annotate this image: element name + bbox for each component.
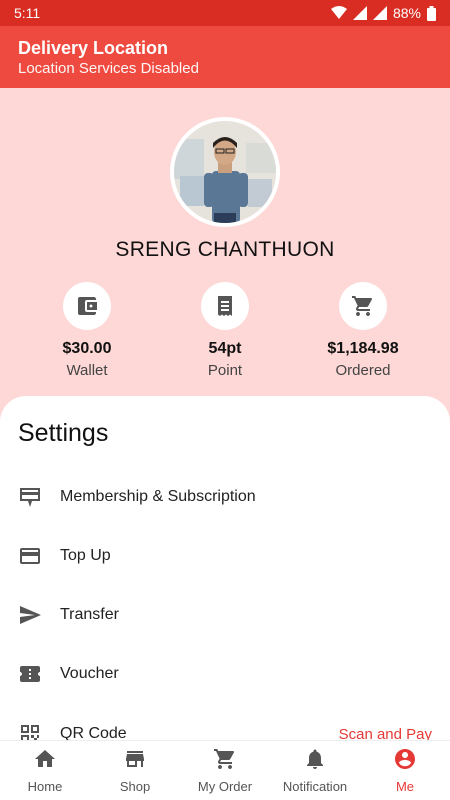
settings-title: Settings	[18, 419, 109, 447]
nav-me[interactable]: Me	[360, 741, 450, 800]
ticket-icon	[18, 662, 42, 686]
status-bar: 5:11 88%	[0, 0, 450, 26]
cart-icon	[339, 282, 387, 330]
nav-label: Me	[395, 779, 415, 794]
account-icon	[393, 747, 417, 776]
qr-code-icon	[18, 722, 42, 740]
header-title: Delivery Location	[18, 38, 169, 58]
home-icon	[33, 747, 57, 776]
membership-card-icon	[18, 485, 42, 509]
settings-item-label: QR Code	[60, 725, 127, 740]
settings-item-transfer[interactable]: Transfer	[0, 593, 450, 637]
receipt-icon	[201, 282, 249, 330]
send-icon	[18, 603, 42, 627]
point-stat[interactable]: 54pt Point	[150, 282, 300, 379]
profile-name: SRENG CHANTHUON	[115, 238, 335, 261]
scan-and-pay-link[interactable]: Scan and Pay	[339, 726, 432, 741]
wallet-value: $30.00	[62, 340, 112, 357]
nav-label: My Order	[197, 779, 253, 794]
settings-sheet: Settings Membership & Subscription Top U…	[0, 396, 450, 740]
status-time: 5:11	[14, 5, 41, 21]
ordered-stat[interactable]: $1,184.98 Ordered	[288, 282, 438, 379]
wallet-stat[interactable]: $30.00 Wallet	[12, 282, 162, 379]
settings-item-label: Transfer	[60, 606, 119, 623]
point-label: Point	[207, 362, 243, 379]
settings-item-label: Voucher	[60, 665, 119, 682]
wallet-icon	[63, 282, 111, 330]
credit-card-icon	[18, 544, 42, 568]
nav-home[interactable]: Home	[0, 741, 90, 800]
header-subtitle: Location Services Disabled	[18, 60, 199, 77]
avatar[interactable]	[170, 117, 280, 227]
settings-item-qr-code[interactable]: QR Code Scan and Pay	[0, 712, 450, 740]
nav-label: Notification	[282, 779, 348, 794]
settings-item-membership[interactable]: Membership & Subscription	[0, 475, 450, 519]
nav-my-order[interactable]: My Order	[180, 741, 270, 800]
ordered-value: $1,184.98	[327, 340, 399, 357]
battery-level: 88%	[392, 5, 421, 21]
settings-item-label: Top Up	[60, 547, 111, 564]
bell-icon	[303, 747, 327, 776]
battery-icon	[427, 5, 436, 21]
point-value: 54pt	[208, 340, 242, 357]
wallet-label: Wallet	[66, 362, 108, 379]
nav-label: Shop	[119, 779, 151, 794]
nav-label: Home	[27, 779, 63, 794]
ordered-label: Ordered	[335, 362, 391, 379]
signal-icon	[352, 6, 367, 20]
settings-item-voucher[interactable]: Voucher	[0, 652, 450, 696]
cart-icon	[213, 747, 237, 776]
settings-item-top-up[interactable]: Top Up	[0, 534, 450, 578]
profile-section: SRENG CHANTHUON $30.00 Wallet 54pt Point…	[0, 88, 450, 408]
bottom-navigation: Home Shop My Order Notification Me	[0, 740, 450, 800]
nav-notification[interactable]: Notification	[270, 741, 360, 800]
signal-icon-2	[372, 6, 387, 20]
nav-shop[interactable]: Shop	[90, 741, 180, 800]
delivery-location-bar[interactable]: Delivery Location Location Services Disa…	[0, 26, 450, 88]
store-icon	[123, 747, 147, 776]
settings-item-label: Membership & Subscription	[60, 488, 256, 505]
wifi-icon	[330, 6, 347, 20]
